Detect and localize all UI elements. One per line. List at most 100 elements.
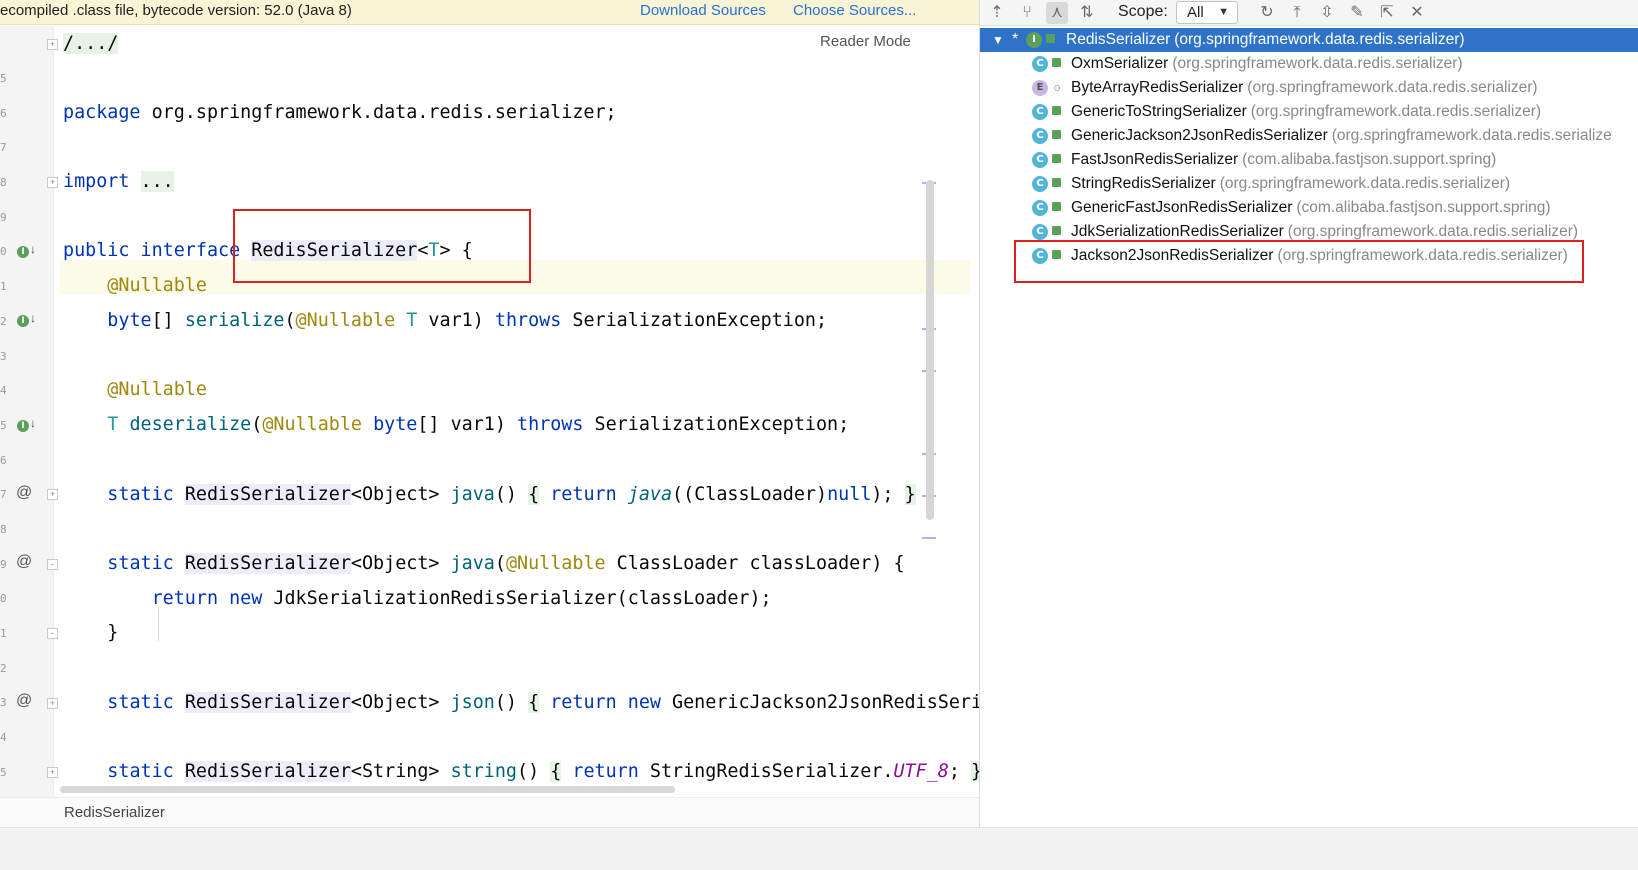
tree-item[interactable]: C StringRedisSerializer (org.springframew… [980, 172, 1638, 196]
line-number: 0 [0, 245, 7, 258]
horizontal-scrollbar[interactable] [60, 786, 675, 793]
code-line: } [107, 622, 119, 643]
fold-toggle-icon[interactable]: + [47, 489, 58, 500]
line-number: 1 [0, 627, 7, 640]
arrow-down-icon[interactable]: ↓ [30, 416, 36, 430]
line-number: 5 [0, 72, 7, 85]
class-icon: C [1032, 200, 1048, 216]
line-number: 6 [0, 454, 7, 467]
line-number: 8 [0, 523, 7, 536]
line-number: 4 [0, 384, 7, 397]
tree-item[interactable]: C GenericToStringSerializer (org.springfr… [980, 100, 1638, 124]
public-access-icon [1052, 154, 1061, 163]
implementations-icon[interactable]: I [17, 246, 29, 258]
line-number: 9 [0, 558, 7, 571]
code-line: /.../ [63, 33, 119, 54]
decompiled-banner: ecompiled .class file, bytecode version:… [0, 0, 979, 25]
code-line: static RedisSerializer<Object> java() { … [107, 484, 916, 505]
code-line: package org.springframework.data.redis.s… [63, 102, 617, 123]
at-annotation-icon[interactable]: @ [16, 484, 34, 502]
star-icon: * [1012, 31, 1019, 48]
fold-toggle-icon[interactable]: - [47, 628, 58, 639]
package-private-icon [1054, 85, 1060, 91]
refresh-icon[interactable]: ↻ [1256, 2, 1278, 24]
open-in-window-icon[interactable]: ⇱ [1376, 2, 1398, 24]
public-access-icon [1052, 178, 1061, 187]
tree-item[interactable]: C FastJsonRedisSerializer (com.alibaba.fa… [980, 148, 1638, 172]
line-number: 0 [0, 592, 7, 605]
line-number: 1 [0, 280, 7, 293]
sort-alphabetically-icon[interactable]: ⇅ [1076, 2, 1098, 24]
line-number: 4 [0, 731, 7, 744]
stripe-mark[interactable] [922, 537, 936, 539]
line-number: 5 [0, 766, 7, 779]
code-area[interactable]: /.../ package org.springframework.data.r… [60, 26, 979, 832]
vertical-scrollbar[interactable] [926, 180, 934, 520]
tree-item[interactable]: E ByteArrayRedisSerializer (org.springfra… [980, 76, 1638, 100]
tree-item[interactable]: C GenericFastJsonRedisSerializer (com.ali… [980, 196, 1638, 220]
fold-toggle-icon[interactable]: + [47, 767, 58, 778]
arrow-down-icon[interactable]: ↓ [30, 242, 36, 256]
subtypes-hierarchy-icon[interactable]: ⋏ [1046, 2, 1068, 24]
line-number: 9 [0, 211, 7, 224]
line-number: 2 [0, 662, 7, 675]
supertypes-hierarchy-icon[interactable]: ⇡ [986, 2, 1008, 24]
reader-mode-toggle[interactable]: Reader Mode [820, 33, 911, 50]
breadcrumb-item[interactable]: RedisSerializer [64, 804, 165, 821]
public-access-icon [1052, 58, 1061, 67]
scope-label: Scope: [1118, 3, 1168, 20]
close-icon[interactable]: ✕ [1406, 2, 1428, 24]
line-number: 3 [0, 350, 7, 363]
export-icon[interactable]: ⤒ [1286, 2, 1308, 24]
class-icon: C [1032, 224, 1048, 240]
at-annotation-icon[interactable]: @ [16, 692, 34, 710]
banner-message: ecompiled .class file, bytecode version:… [0, 2, 352, 19]
collapse-all-icon[interactable]: ⇳ [1316, 2, 1338, 24]
code-line: static RedisSerializer<Object> java(@Nul… [107, 553, 905, 574]
class-icon: C [1032, 152, 1048, 168]
tree-item[interactable]: C OxmSerializer (org.springframework.data… [980, 52, 1638, 76]
type-hierarchy-panel[interactable]: ⇡ ⑂ ⋏ ⇅ Scope: All ▼ ↻ ⤒ ⇳ ✎ ⇱ ✕ ▼ * I Re… [979, 0, 1638, 827]
code-line: T deserialize(@Nullable byte[] var1) thr… [107, 414, 850, 435]
at-annotation-icon[interactable]: @ [16, 553, 34, 571]
public-access-icon [1052, 226, 1061, 235]
interface-icon: I [1026, 32, 1042, 48]
implementations-icon[interactable]: I [17, 315, 29, 327]
download-sources-link[interactable]: Download Sources [640, 2, 766, 19]
pin-icon[interactable]: ✎ [1346, 2, 1368, 24]
hierarchy-toolbar: ⇡ ⑂ ⋏ ⇅ Scope: All ▼ ↻ ⤒ ⇳ ✎ ⇱ ✕ [980, 0, 1638, 26]
choose-sources-link[interactable]: Choose Sources... [793, 2, 916, 19]
scope-select[interactable]: All ▼ [1176, 1, 1238, 24]
fold-toggle-icon[interactable]: + [47, 698, 58, 709]
enum-icon: E [1032, 80, 1048, 96]
public-access-icon [1046, 34, 1055, 43]
implementations-icon[interactable]: I [17, 420, 29, 432]
arrow-down-icon[interactable]: ↓ [30, 311, 36, 325]
code-editor[interactable]: ecompiled .class file, bytecode version:… [0, 0, 979, 870]
fold-toggle-icon[interactable]: + [47, 177, 58, 188]
code-line: @Nullable [107, 275, 207, 296]
status-bar [0, 827, 1638, 870]
public-access-icon [1052, 202, 1061, 211]
public-access-icon [1052, 130, 1061, 139]
line-number: 7 [0, 141, 7, 154]
class-icon: C [1032, 176, 1048, 192]
code-line: byte[] serialize(@Nullable T var1) throw… [107, 310, 828, 331]
class-icon: C [1032, 128, 1048, 144]
code-line: return new JdkSerializationRedisSerializ… [151, 588, 772, 609]
code-line: static RedisSerializer<String> string() … [63, 757, 979, 787]
line-number: 8 [0, 176, 7, 189]
editor-gutter[interactable]: 5 6 7 8 9 0 1 2 3 4 5 6 7 8 9 0 1 2 3 4 … [0, 26, 58, 832]
line-number: 2 [0, 315, 7, 328]
tree-root-item[interactable]: ▼ * I RedisSerializer (org.springframewor… [980, 28, 1638, 52]
line-number: 3 [0, 696, 7, 709]
fold-toggle-icon[interactable]: + [47, 39, 58, 50]
tree-item[interactable]: C GenericJackson2JsonRedisSerializer (org… [980, 124, 1638, 148]
class-hierarchy-icon[interactable]: ⑂ [1016, 2, 1038, 24]
code-line: import ... [63, 171, 174, 192]
chevron-down-icon: ▼ [1218, 6, 1229, 18]
chevron-down-icon[interactable]: ▼ [992, 28, 1004, 52]
class-icon: C [1032, 104, 1048, 120]
fold-toggle-icon[interactable]: - [47, 559, 58, 570]
line-number: 5 [0, 419, 7, 432]
